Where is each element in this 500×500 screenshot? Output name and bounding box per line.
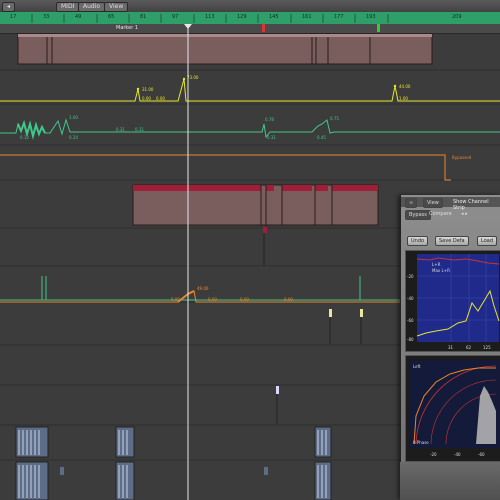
automation-value-label: 0.45: [317, 135, 326, 140]
prev-next-arrows-icon[interactable]: ◂ ▸: [461, 211, 468, 217]
event-block[interactable]: [360, 309, 363, 317]
analyzer-phase-label: 0 Phase: [413, 440, 429, 445]
plugin-header: ∞ View Show Channel Strip: [401, 197, 500, 211]
automation-value-label: 0.31: [116, 127, 125, 132]
eq-graph[interactable]: L+R Max L+R -20 -40 -60 -80 31 62 125: [405, 250, 500, 352]
plugin-view-button[interactable]: View: [423, 198, 443, 208]
midi-region[interactable]: [132, 184, 379, 226]
automation-value-label: 0.00: [142, 96, 151, 101]
bypass-button[interactable]: Bypass: [405, 210, 431, 220]
eq-legend-lr: L+R: [432, 262, 441, 267]
eq-legend-max: Max L+R: [432, 268, 450, 273]
automation-value-label: 1.00: [399, 96, 408, 101]
automation-value-label: 0.00: [284, 297, 293, 302]
plugin-bypass-row: Bypass Compare ◂ ▸: [401, 209, 500, 220]
automation-value-label: 0.31: [267, 135, 276, 140]
event-block[interactable]: [264, 467, 268, 475]
save-default-button[interactable]: Save Defa: [435, 236, 469, 246]
automation-value-label: 1.00: [69, 115, 78, 120]
undo-button[interactable]: Undo: [407, 236, 429, 246]
eq-freq-label: 62: [466, 345, 472, 350]
link-button[interactable]: ∞: [405, 198, 418, 208]
eq-scale-label: -40: [407, 296, 414, 301]
event-block[interactable]: [329, 309, 332, 317]
automation-value-label: 0.00: [171, 297, 180, 302]
audio-region[interactable]: [17, 33, 433, 65]
automation-value-label: 49.00: [197, 286, 209, 291]
automation-value-label: 0.24: [69, 135, 78, 140]
analyzer-scale-label: -60: [478, 452, 485, 457]
eq-scale-label: -80: [407, 337, 414, 342]
eq-freq-label: 31: [448, 345, 454, 350]
event-block[interactable]: [276, 386, 279, 394]
automation-value-label: 0.00: [240, 297, 249, 302]
automation-value-label: 44.00: [399, 84, 411, 89]
automation-value-label: 0.00: [156, 96, 165, 101]
analyzer-scale-label: -20: [430, 452, 437, 457]
automation-value-label: 0.75: [330, 116, 339, 121]
stereo-analyzer[interactable]: Left 0 Phase -20 -40 -60: [405, 355, 500, 462]
eq-freq-label: 125: [483, 345, 491, 350]
automation-value-label: 73.00: [187, 75, 199, 80]
automation-orange[interactable]: [0, 154, 451, 181]
load-button[interactable]: Load: [477, 236, 497, 246]
automation-value-label: 0.78: [265, 117, 274, 122]
automation-yellow[interactable]: [0, 77, 500, 102]
automation-value-label: 0.12: [20, 135, 29, 140]
locator-marker[interactable]: [262, 24, 265, 32]
eq-scale-label: -60: [407, 318, 414, 323]
playhead-handle[interactable]: [184, 24, 192, 29]
automation-value-label: 0.31: [135, 127, 144, 132]
plugin-settings-row: Undo Save Defa Load: [401, 235, 500, 246]
compare-button[interactable]: Compare: [429, 211, 452, 217]
analyzer-title: Left: [413, 364, 421, 369]
analyzer-scale-label: -40: [454, 452, 461, 457]
automation-value-label: 0.00: [208, 297, 217, 302]
plugin-footer: [400, 462, 500, 500]
event-block[interactable]: [60, 467, 64, 475]
automation-value-label: 31.00: [142, 87, 154, 92]
midi-note[interactable]: [263, 227, 267, 233]
drum-region[interactable]: [15, 426, 332, 500]
ruler-ticks: [31, 14, 389, 23]
automation-value-label: Bypassed: [452, 155, 472, 160]
locator-marker[interactable]: [377, 24, 380, 32]
eq-scale-label: -20: [407, 274, 414, 279]
